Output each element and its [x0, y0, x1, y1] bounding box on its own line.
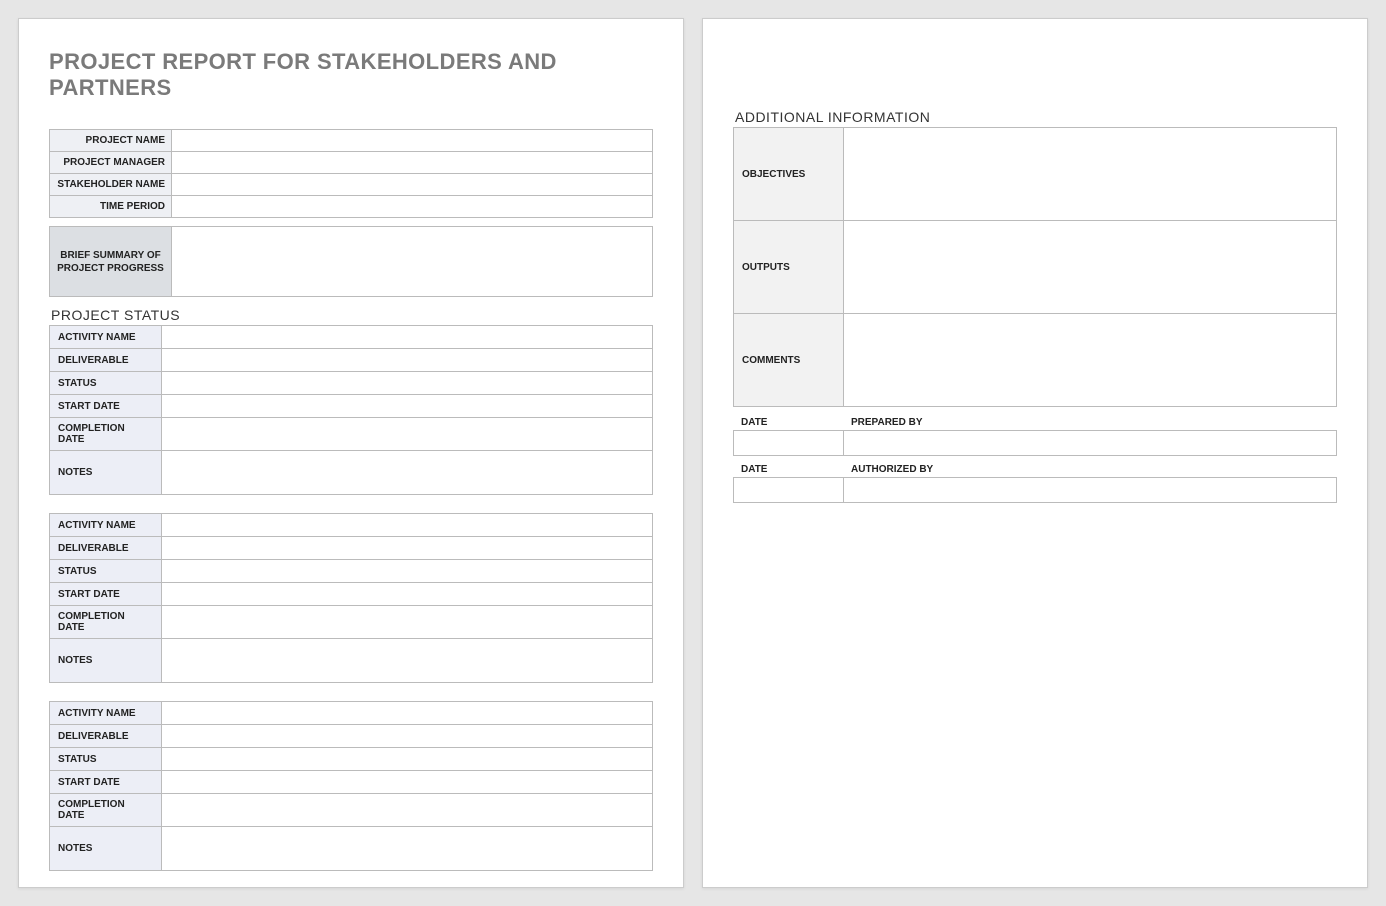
label-project-name: PROJECT NAME: [50, 130, 172, 152]
label-notes: NOTES: [50, 827, 162, 871]
value-authorized-by[interactable]: [843, 477, 1337, 503]
label-comments: COMMENTS: [734, 314, 844, 407]
label-objectives: OBJECTIVES: [734, 128, 844, 221]
label-completion-date: COMPLETION DATE: [50, 418, 162, 451]
label-project-manager: PROJECT MANAGER: [50, 152, 172, 174]
label-activity-name: ACTIVITY NAME: [50, 702, 162, 725]
value-completion-date[interactable]: [162, 606, 653, 639]
value-outputs[interactable]: [844, 221, 1337, 314]
value-summary[interactable]: [172, 227, 653, 297]
value-completion-date[interactable]: [162, 418, 653, 451]
label-start-date: START DATE: [50, 771, 162, 794]
signoff-prepared: DATE PREPARED BY: [733, 415, 1337, 456]
value-activity-name[interactable]: [162, 514, 653, 537]
signoff-authorized: DATE AUTHORIZED BY: [733, 462, 1337, 503]
value-stakeholder-name[interactable]: [172, 174, 653, 196]
label-stakeholder-name: STAKEHOLDER NAME: [50, 174, 172, 196]
activity-block: ACTIVITY NAME DELIVERABLE STATUS START D…: [49, 513, 653, 683]
value-prepared-by[interactable]: [843, 430, 1337, 456]
label-activity-name: ACTIVITY NAME: [50, 326, 162, 349]
activity-block: ACTIVITY NAME DELIVERABLE STATUS START D…: [49, 325, 653, 495]
value-notes[interactable]: [162, 827, 653, 871]
value-start-date[interactable]: [162, 395, 653, 418]
value-status[interactable]: [162, 372, 653, 395]
activity-block: ACTIVITY NAME DELIVERABLE STATUS START D…: [49, 701, 653, 871]
value-notes[interactable]: [162, 451, 653, 495]
header-info-table: PROJECT NAME PROJECT MANAGER STAKEHOLDER…: [49, 129, 653, 218]
value-time-period[interactable]: [172, 196, 653, 218]
heading-additional-info: ADDITIONAL INFORMATION: [735, 109, 1337, 125]
label-date: DATE: [733, 462, 843, 477]
value-notes[interactable]: [162, 639, 653, 683]
label-completion-date: COMPLETION DATE: [50, 794, 162, 827]
page-left: PROJECT REPORT FOR STAKEHOLDERS AND PART…: [18, 18, 684, 888]
value-status[interactable]: [162, 560, 653, 583]
label-notes: NOTES: [50, 639, 162, 683]
label-outputs: OUTPUTS: [734, 221, 844, 314]
value-project-manager[interactable]: [172, 152, 653, 174]
label-status: STATUS: [50, 560, 162, 583]
value-start-date[interactable]: [162, 771, 653, 794]
additional-info-table: OBJECTIVES OUTPUTS COMMENTS: [733, 127, 1337, 407]
label-status: STATUS: [50, 372, 162, 395]
value-authorized-date[interactable]: [733, 477, 843, 503]
value-deliverable[interactable]: [162, 349, 653, 372]
value-deliverable[interactable]: [162, 725, 653, 748]
label-time-period: TIME PERIOD: [50, 196, 172, 218]
value-prepared-date[interactable]: [733, 430, 843, 456]
label-authorized-by: AUTHORIZED BY: [843, 462, 1337, 477]
value-objectives[interactable]: [844, 128, 1337, 221]
value-comments[interactable]: [844, 314, 1337, 407]
label-start-date: START DATE: [50, 395, 162, 418]
label-deliverable: DELIVERABLE: [50, 725, 162, 748]
label-notes: NOTES: [50, 451, 162, 495]
value-start-date[interactable]: [162, 583, 653, 606]
value-deliverable[interactable]: [162, 537, 653, 560]
value-activity-name[interactable]: [162, 702, 653, 725]
summary-table: BRIEF SUMMARY OF PROJECT PROGRESS: [49, 226, 653, 297]
label-status: STATUS: [50, 748, 162, 771]
page-right: ADDITIONAL INFORMATION OBJECTIVES OUTPUT…: [702, 18, 1368, 888]
label-start-date: START DATE: [50, 583, 162, 606]
value-status[interactable]: [162, 748, 653, 771]
label-activity-name: ACTIVITY NAME: [50, 514, 162, 537]
label-deliverable: DELIVERABLE: [50, 349, 162, 372]
label-deliverable: DELIVERABLE: [50, 537, 162, 560]
label-summary: BRIEF SUMMARY OF PROJECT PROGRESS: [50, 227, 172, 297]
page-title: PROJECT REPORT FOR STAKEHOLDERS AND PART…: [49, 49, 653, 101]
label-completion-date: COMPLETION DATE: [50, 606, 162, 639]
heading-project-status: PROJECT STATUS: [51, 307, 653, 323]
value-activity-name[interactable]: [162, 326, 653, 349]
value-completion-date[interactable]: [162, 794, 653, 827]
value-project-name[interactable]: [172, 130, 653, 152]
label-prepared-by: PREPARED BY: [843, 415, 1337, 430]
label-date: DATE: [733, 415, 843, 430]
